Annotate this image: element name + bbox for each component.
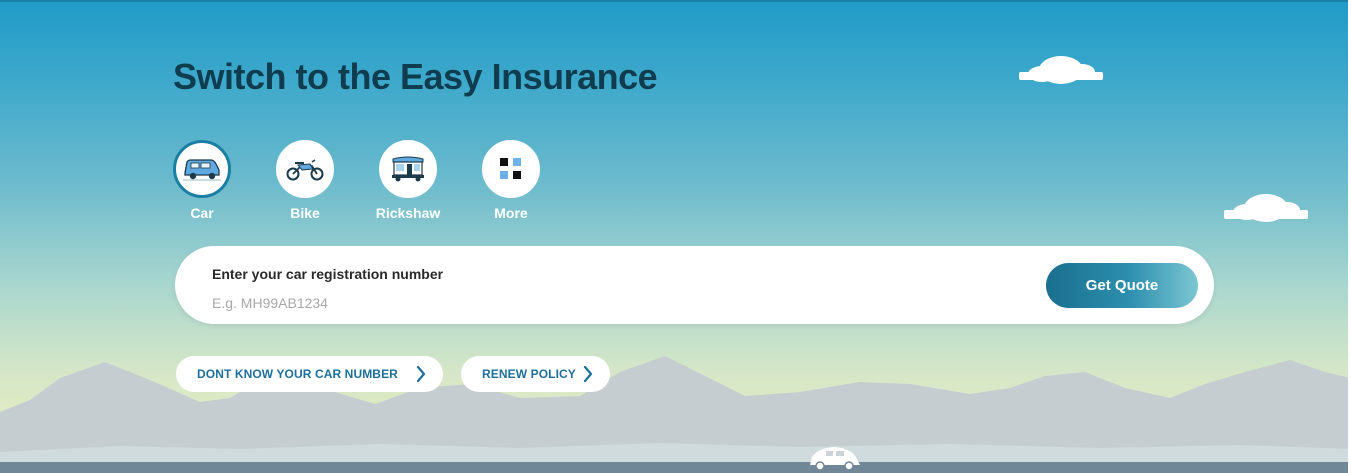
vehicle-label-more: More xyxy=(494,205,528,221)
vehicle-option-rickshaw[interactable]: Rickshaw xyxy=(373,140,443,221)
page-title: Switch to the Easy Insurance xyxy=(173,56,658,97)
road xyxy=(0,462,1351,473)
registration-number-input[interactable] xyxy=(212,293,812,313)
vehicle-label-car: Car xyxy=(190,205,214,221)
cloud-icon xyxy=(1224,194,1308,222)
vehicle-label-bike: Bike xyxy=(290,205,320,221)
vehicle-option-car[interactable]: Car xyxy=(167,140,237,221)
vehicle-label-rickshaw: Rickshaw xyxy=(375,205,441,221)
dont-know-link-label: DONT KNOW YOUR CAR NUMBER xyxy=(197,367,398,381)
renew-policy-link[interactable]: RENEW POLICY xyxy=(461,356,610,392)
renew-policy-label: RENEW POLICY xyxy=(482,367,576,381)
bike-icon xyxy=(276,140,334,198)
chevron-right-icon xyxy=(583,365,593,383)
get-quote-button[interactable]: Get Quote xyxy=(1046,263,1198,308)
car-icon xyxy=(173,140,231,198)
registration-search-bar: Enter your car registration number Get Q… xyxy=(175,246,1214,324)
chevron-right-icon xyxy=(416,365,426,383)
vehicle-option-bike[interactable]: Bike xyxy=(270,140,340,221)
vehicle-option-more[interactable]: More xyxy=(476,140,546,221)
rickshaw-icon xyxy=(379,140,437,198)
cloud-icon xyxy=(1019,56,1103,84)
registration-input-label: Enter your car registration number xyxy=(212,266,444,282)
grid-icon xyxy=(482,140,540,198)
dont-know-car-number-link[interactable]: DONT KNOW YOUR CAR NUMBER xyxy=(176,356,443,392)
